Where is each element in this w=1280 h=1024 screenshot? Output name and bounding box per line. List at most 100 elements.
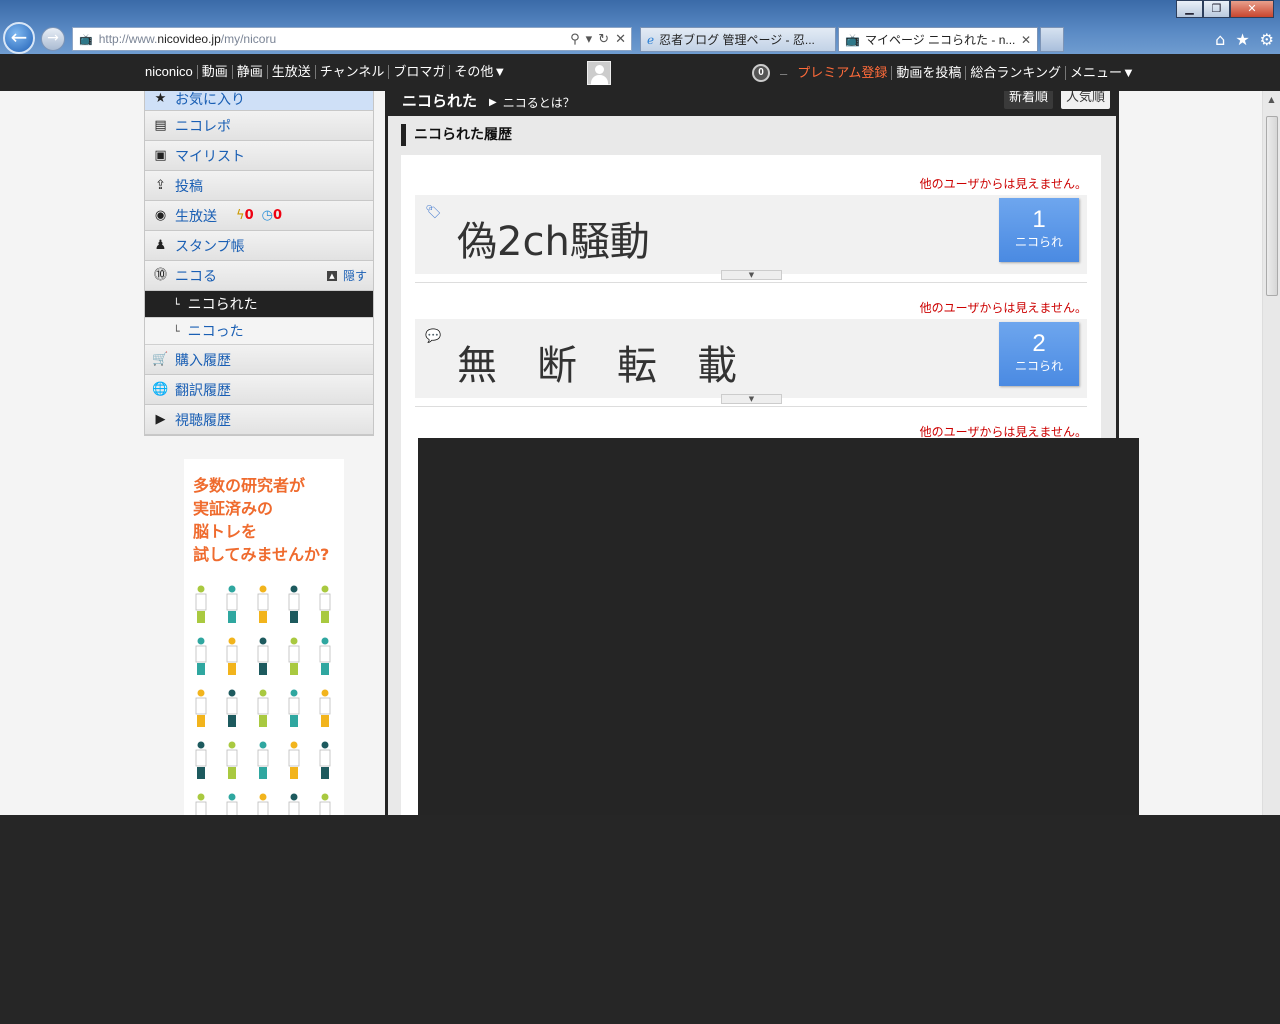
ad-text: 多数の研究者が 実証済みの 脳トレを 試してみませんか? — [193, 476, 330, 564]
tree-branch-icon: └ — [173, 324, 180, 338]
figure-icon — [226, 637, 238, 675]
minimize-button[interactable]: ▁ — [1176, 0, 1203, 18]
figure-icon — [226, 793, 238, 815]
figure-icon — [288, 689, 300, 727]
expand-chevron-icon[interactable]: ▼ — [721, 270, 782, 280]
forward-button[interactable]: → — [41, 27, 65, 51]
figure-icon — [195, 585, 207, 623]
nicorare-count-badge: 1 ニコられ — [999, 198, 1079, 262]
figure-icon — [288, 793, 300, 815]
divider — [415, 406, 1087, 407]
maximize-button[interactable]: ❐ — [1203, 0, 1230, 18]
search-icon[interactable]: ⚲ — [570, 32, 580, 47]
sidebar-item-live[interactable]: ◉ 生放送 ϟ0 ◷0 — [145, 201, 373, 231]
figure-icon — [257, 585, 269, 623]
close-window-button[interactable]: ✕ — [1230, 0, 1274, 18]
nicoru-icon: ⓾ — [153, 268, 167, 283]
stamp-icon: ♟ — [154, 238, 167, 253]
expand-chevron-icon[interactable]: ▼ — [721, 394, 782, 404]
figure-icon — [288, 585, 300, 623]
nav-channel[interactable]: チャンネル — [316, 65, 390, 79]
sidebar-item-mylist[interactable]: ▣ マイリスト — [145, 141, 373, 171]
cart-icon: 🛒 — [152, 352, 169, 367]
nav-niconico[interactable]: niconico — [145, 65, 198, 79]
entry-box[interactable]: 💬 無 断 転 載 2 ニコられ ▼ — [415, 319, 1087, 404]
ranking-link[interactable]: 総合ランキング — [966, 66, 1066, 80]
entry-box[interactable]: 🏷 偽2ch騒動 1 ニコられ ▼ — [415, 195, 1087, 280]
sidebar-item-upload[interactable]: ⇪ 投稿 — [145, 171, 373, 201]
menu-link[interactable]: メニュー▼ — [1066, 66, 1139, 80]
favorites-star-icon[interactable]: ★ — [1235, 30, 1249, 49]
sidebar-item-nicoru[interactable]: ⓾ ニコる ▲ 隠す — [145, 261, 373, 291]
sidebar-item-purchase[interactable]: 🛒 購入履歴 — [145, 345, 373, 375]
nav-video[interactable]: 動画 — [198, 65, 233, 79]
hide-toggle[interactable]: ▲ 隠す — [326, 267, 367, 284]
nav-other[interactable]: その他▼ — [450, 65, 510, 79]
sidebar-item-stamp[interactable]: ♟ スタンプ帳 — [145, 231, 373, 261]
settings-gear-icon[interactable]: ⚙ — [1260, 30, 1274, 49]
live-count: ϟ0 — [236, 208, 254, 223]
play-icon: ▶ — [155, 412, 166, 427]
back-button[interactable]: ← — [3, 22, 35, 54]
help-link[interactable]: ニコるとは？ — [503, 94, 575, 111]
sort-popular-button[interactable]: 人気順 — [1060, 91, 1110, 109]
live-icon: ◉ — [154, 208, 167, 223]
home-icon[interactable]: ⌂ — [1215, 30, 1225, 49]
collapse-icon: ▲ — [326, 270, 337, 281]
section-title: ニコられた履歴 — [401, 124, 512, 146]
nav-live[interactable]: 生放送 — [268, 65, 316, 79]
figure-icon — [226, 689, 238, 727]
ad-banner[interactable]: 多数の研究者が 実証済みの 脳トレを 試してみませんか? — [184, 459, 344, 815]
avatar[interactable] — [587, 61, 611, 85]
lightning-icon: ϟ — [236, 208, 245, 223]
private-note: 他のユーザからは見えません。 — [919, 177, 1087, 191]
globe-icon: 🌐 — [152, 382, 169, 397]
figure-icon — [257, 689, 269, 727]
nav-seiga[interactable]: 静画 — [233, 65, 268, 79]
sidebar-item-translation[interactable]: 🌐 翻訳履歴 — [145, 375, 373, 405]
url-text: http://www.nicovideo.jp/my/nicoru — [98, 32, 277, 46]
private-note: 他のユーザからは見えません。 — [919, 301, 1087, 315]
ad-figures-illustration — [195, 585, 331, 815]
new-tab-button[interactable] — [1040, 27, 1064, 52]
tab-ninja-blog[interactable]: ℯ 忍者ブログ 管理ページ - 忍... — [640, 27, 836, 52]
clock-icon: ◷ — [261, 208, 273, 223]
figure-icon — [319, 793, 331, 815]
dropdown-icon[interactable]: ▾ — [586, 32, 593, 47]
tab-mypage[interactable]: 📺 マイページ ニコられた - n... ✕ — [838, 27, 1038, 52]
vertical-scrollbar[interactable]: ▲ — [1262, 91, 1280, 815]
reserve-count: ◷0 — [261, 208, 283, 223]
point-dash: – — [780, 65, 788, 81]
page-title: ニコられた — [402, 91, 478, 110]
close-tab-icon[interactable]: ✕ — [1021, 33, 1031, 47]
niconico-icon: 📺 — [845, 32, 860, 47]
upload-video-link[interactable]: 動画を投稿 — [892, 66, 967, 80]
sidebar-sub-nicorareta[interactable]: └ ニコられた — [145, 291, 373, 318]
figure-icon — [226, 585, 238, 623]
sidebar-item-watch-history[interactable]: ▶ 視聴履歴 — [145, 405, 373, 435]
sidebar-item-favorite[interactable]: ★ お気に入り — [145, 91, 373, 111]
window-controls: ▁ ❐ ✕ — [1176, 0, 1274, 18]
dark-overlay — [418, 438, 1139, 815]
figure-icon — [195, 741, 207, 779]
scroll-thumb[interactable] — [1266, 116, 1278, 296]
point-badge[interactable]: 0 — [752, 64, 770, 82]
star-icon: ★ — [154, 91, 167, 106]
sort-new-button[interactable]: 新着順 — [1003, 91, 1053, 109]
sidebar-item-nicorepo[interactable]: ▤ ニコレポ — [145, 111, 373, 141]
nav-blomaga[interactable]: ブロマガ — [389, 65, 451, 79]
figure-icon — [257, 637, 269, 675]
browser-chrome: ▁ ❐ ✕ ← → 📺 http://www.nicovideo.jp/my/n… — [0, 0, 1280, 54]
tree-branch-icon: └ — [173, 297, 180, 311]
figure-icon — [195, 793, 207, 815]
scroll-up-icon[interactable]: ▲ — [1263, 91, 1280, 108]
address-bar[interactable]: 📺 http://www.nicovideo.jp/my/nicoru ⚲ ▾ … — [72, 27, 632, 51]
sidebar-sub-nicotta[interactable]: └ ニコった — [145, 318, 373, 345]
ie-icon: ℯ — [647, 32, 655, 47]
figure-icon — [319, 689, 331, 727]
stop-icon[interactable]: ✕ — [615, 32, 626, 47]
divider — [415, 282, 1087, 283]
site-nav: niconico 動画 静画 生放送 チャンネル ブロマガ その他▼ — [145, 65, 510, 79]
refresh-icon[interactable]: ↻ — [598, 32, 609, 47]
premium-link[interactable]: プレミアム登録 — [797, 66, 893, 80]
